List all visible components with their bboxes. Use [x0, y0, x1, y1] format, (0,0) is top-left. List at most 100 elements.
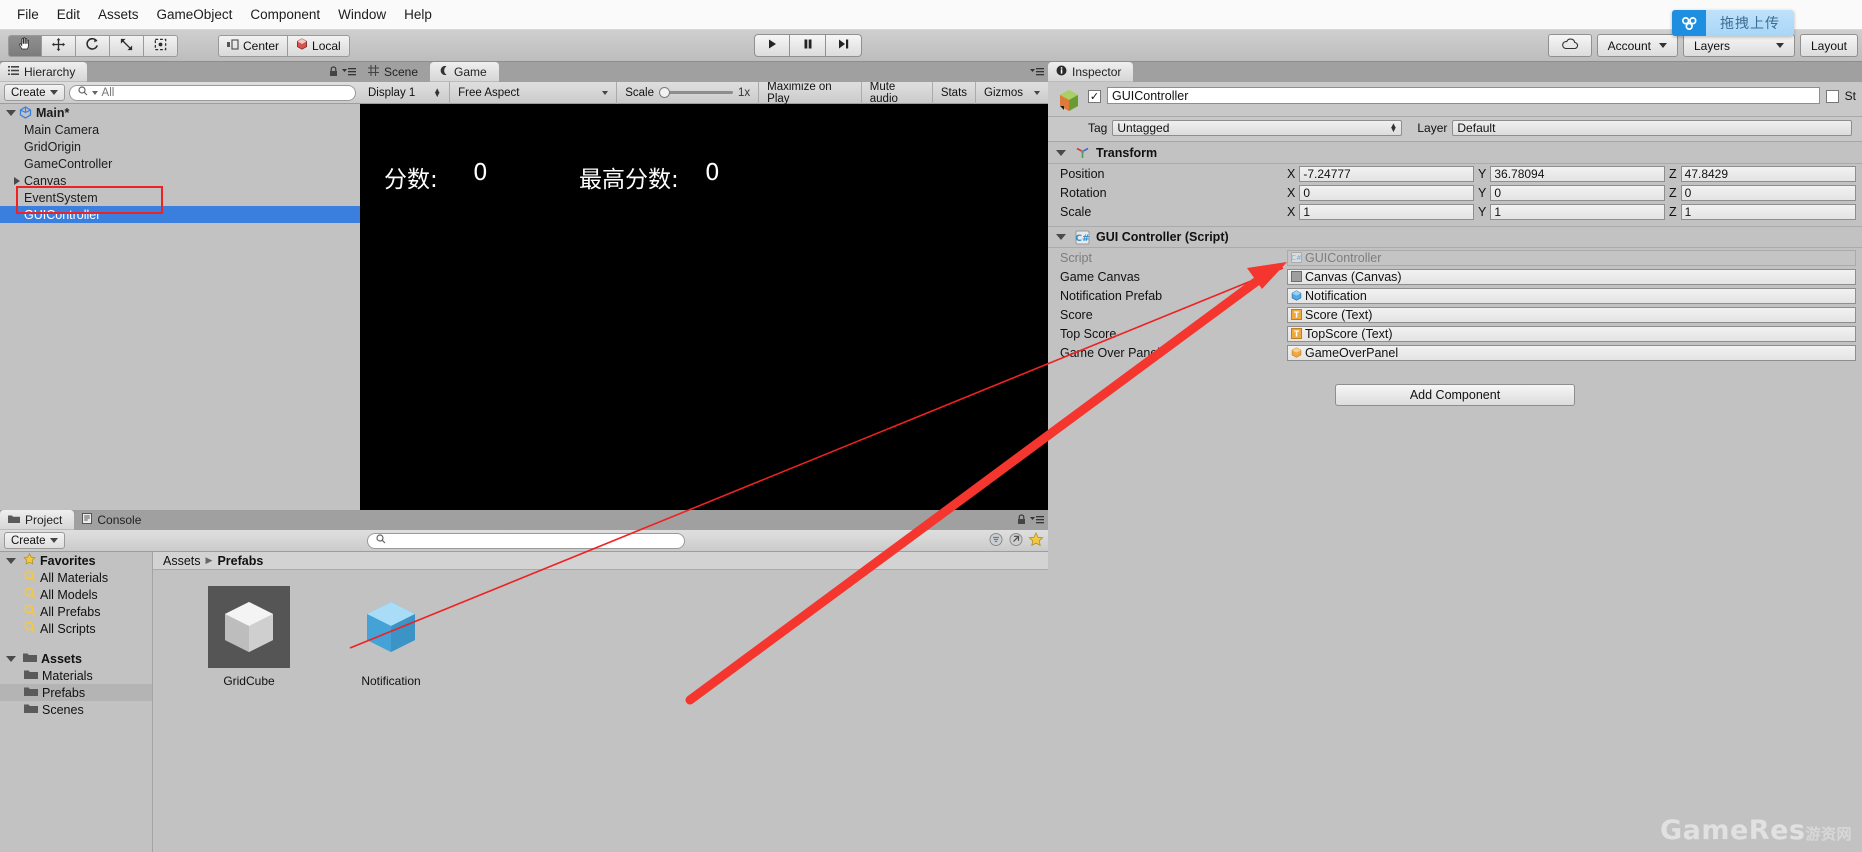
- tab-inspector[interactable]: Inspector: [1048, 62, 1134, 82]
- game-canvas-input[interactable]: Canvas (Canvas): [1287, 268, 1856, 285]
- rotate-tool-button[interactable]: [76, 34, 110, 57]
- rotation-x-input[interactable]: 0: [1299, 184, 1474, 201]
- position-z[interactable]: Z 47.8429: [1669, 165, 1856, 182]
- space-mode-button[interactable]: Local: [288, 34, 350, 57]
- step-button[interactable]: [826, 34, 862, 57]
- panel-menu-icon[interactable]: [342, 66, 356, 80]
- scale-z-input[interactable]: 1: [1680, 203, 1856, 220]
- rotation-z[interactable]: Z0: [1669, 184, 1856, 201]
- chevron-down-icon[interactable]: [1056, 234, 1066, 240]
- project-search-input[interactable]: [367, 532, 686, 549]
- chevron-right-icon[interactable]: [14, 176, 20, 185]
- pause-button[interactable]: [790, 34, 826, 57]
- mute-audio-toggle[interactable]: Mute audio: [862, 81, 933, 105]
- menu-item-component[interactable]: Component: [241, 4, 329, 25]
- hierarchy-item-canvas[interactable]: Canvas: [0, 172, 360, 189]
- scale-z[interactable]: Z1: [1669, 203, 1856, 220]
- layout-button[interactable]: Layout: [1799, 34, 1858, 57]
- scale-x-input[interactable]: 1: [1299, 203, 1474, 220]
- scale-y-input[interactable]: 1: [1490, 203, 1665, 220]
- lock-icon[interactable]: [329, 66, 338, 80]
- rect-tool-button[interactable]: [144, 34, 178, 57]
- tab-hierarchy[interactable]: Hierarchy: [0, 62, 88, 82]
- project-tree-assets[interactable]: Assets: [0, 650, 152, 667]
- top-score-input[interactable]: T TopScore (Text): [1287, 325, 1856, 342]
- notification-prefab-input[interactable]: Notification: [1287, 287, 1856, 304]
- add-component-button[interactable]: Add Component: [1335, 384, 1575, 406]
- panel-menu-icon[interactable]: [1030, 66, 1044, 80]
- rotation-x[interactable]: X0: [1287, 184, 1474, 201]
- cloud-services-button[interactable]: [1547, 34, 1592, 57]
- menu-item-file[interactable]: File: [8, 4, 48, 25]
- rotation-z-input[interactable]: 0: [1680, 184, 1856, 201]
- menu-item-assets[interactable]: Assets: [89, 4, 148, 25]
- maximize-on-play-toggle[interactable]: Maximize on Play: [759, 81, 862, 105]
- project-tree-materials[interactable]: Materials: [0, 667, 152, 684]
- tag-dropdown[interactable]: Untagged ▲ ▼: [1112, 120, 1403, 136]
- object-name-input[interactable]: GUIController: [1107, 87, 1820, 104]
- static-checkbox[interactable]: [1825, 90, 1839, 103]
- menu-item-edit[interactable]: Edit: [48, 4, 89, 25]
- play-button[interactable]: [754, 34, 790, 57]
- position-y-input[interactable]: 36.78094: [1490, 165, 1665, 182]
- position-y[interactable]: Y 36.78094: [1478, 165, 1665, 182]
- stats-toggle[interactable]: Stats: [933, 81, 977, 104]
- tab-console[interactable]: Console: [74, 510, 154, 530]
- transform-component-header[interactable]: Transform: [1048, 142, 1862, 164]
- breadcrumb-prefabs[interactable]: Prefabs: [217, 554, 263, 568]
- scale-slider[interactable]: [659, 87, 733, 98]
- object-enabled-checkbox[interactable]: ✓: [1088, 90, 1101, 103]
- menu-item-help[interactable]: Help: [395, 4, 441, 25]
- layer-dropdown[interactable]: Default: [1452, 120, 1852, 136]
- position-x[interactable]: X -7.24777: [1287, 165, 1474, 182]
- menu-item-window[interactable]: Window: [329, 4, 395, 25]
- breadcrumb-assets[interactable]: Assets: [163, 554, 201, 568]
- lock-icon[interactable]: [1017, 514, 1026, 528]
- project-tree-all-materials[interactable]: All Materials: [0, 569, 152, 586]
- game-over-panel-input[interactable]: GameOverPanel: [1287, 344, 1856, 361]
- hierarchy-item-gridorigin[interactable]: GridOrigin: [0, 138, 360, 155]
- filter-by-type-icon[interactable]: [988, 532, 1004, 550]
- aspect-selector[interactable]: Free Aspect: [450, 81, 618, 104]
- scale-y[interactable]: Y1: [1478, 203, 1665, 220]
- position-z-input[interactable]: 47.8429: [1680, 165, 1856, 182]
- display-selector[interactable]: Display 1 ▲ ▼: [360, 81, 451, 104]
- tab-project[interactable]: Project: [0, 510, 75, 530]
- project-tree-scenes[interactable]: Scenes: [0, 701, 152, 718]
- project-tree-all-prefabs[interactable]: All Prefabs: [0, 603, 152, 620]
- project-tree-favorites[interactable]: Favorites: [0, 552, 152, 569]
- favorite-star-icon[interactable]: [1028, 531, 1044, 550]
- hand-tool-button[interactable]: [8, 34, 42, 57]
- chevron-down-icon[interactable]: [6, 109, 16, 116]
- tab-game[interactable]: Game: [430, 62, 499, 82]
- project-folder-tree[interactable]: Favorites All Materials All Models All P…: [0, 552, 153, 852]
- hierarchy-item-guicontroller[interactable]: GUIController: [0, 206, 360, 223]
- hierarchy-search-input[interactable]: All: [68, 84, 356, 101]
- rotation-y-input[interactable]: 0: [1490, 184, 1665, 201]
- account-button[interactable]: Account: [1596, 34, 1678, 57]
- gui-controller-component-header[interactable]: C# GUI Controller (Script): [1048, 226, 1862, 248]
- slider-knob[interactable]: [659, 87, 670, 98]
- menu-item-gameobject[interactable]: GameObject: [148, 4, 242, 25]
- hierarchy-create-button[interactable]: Create: [4, 84, 65, 101]
- hierarchy-item-main-camera[interactable]: Main Camera: [0, 121, 360, 138]
- panel-menu-icon[interactable]: [1030, 514, 1044, 528]
- hierarchy-tree[interactable]: Main* Main Camera GridOrigin GameControl…: [0, 104, 360, 510]
- project-tree-all-scripts[interactable]: All Scripts: [0, 620, 152, 637]
- filter-by-label-icon[interactable]: [1008, 532, 1024, 550]
- asset-item-gridcube[interactable]: GridCube: [181, 586, 317, 688]
- chevron-down-icon[interactable]: [1056, 149, 1066, 156]
- project-create-button[interactable]: Create: [4, 532, 65, 549]
- rotation-y[interactable]: Y0: [1478, 184, 1665, 201]
- asset-item-notification[interactable]: Notification: [323, 586, 459, 688]
- upload-badge[interactable]: 拖拽上传: [1672, 10, 1794, 36]
- pivot-mode-button[interactable]: Center: [218, 34, 289, 57]
- move-tool-button[interactable]: [42, 34, 76, 57]
- game-view-render[interactable]: 分数: 0 最高分数: 0: [360, 104, 1048, 510]
- hierarchy-item-gamecontroller[interactable]: GameController: [0, 155, 360, 172]
- layers-button[interactable]: Layers: [1682, 34, 1795, 57]
- hierarchy-scene-root[interactable]: Main*: [0, 104, 360, 121]
- gizmos-dropdown[interactable]: Gizmos: [976, 82, 1048, 104]
- scale-slider-group[interactable]: Scale 1x: [617, 81, 760, 104]
- hierarchy-item-eventsystem[interactable]: EventSystem: [0, 189, 360, 206]
